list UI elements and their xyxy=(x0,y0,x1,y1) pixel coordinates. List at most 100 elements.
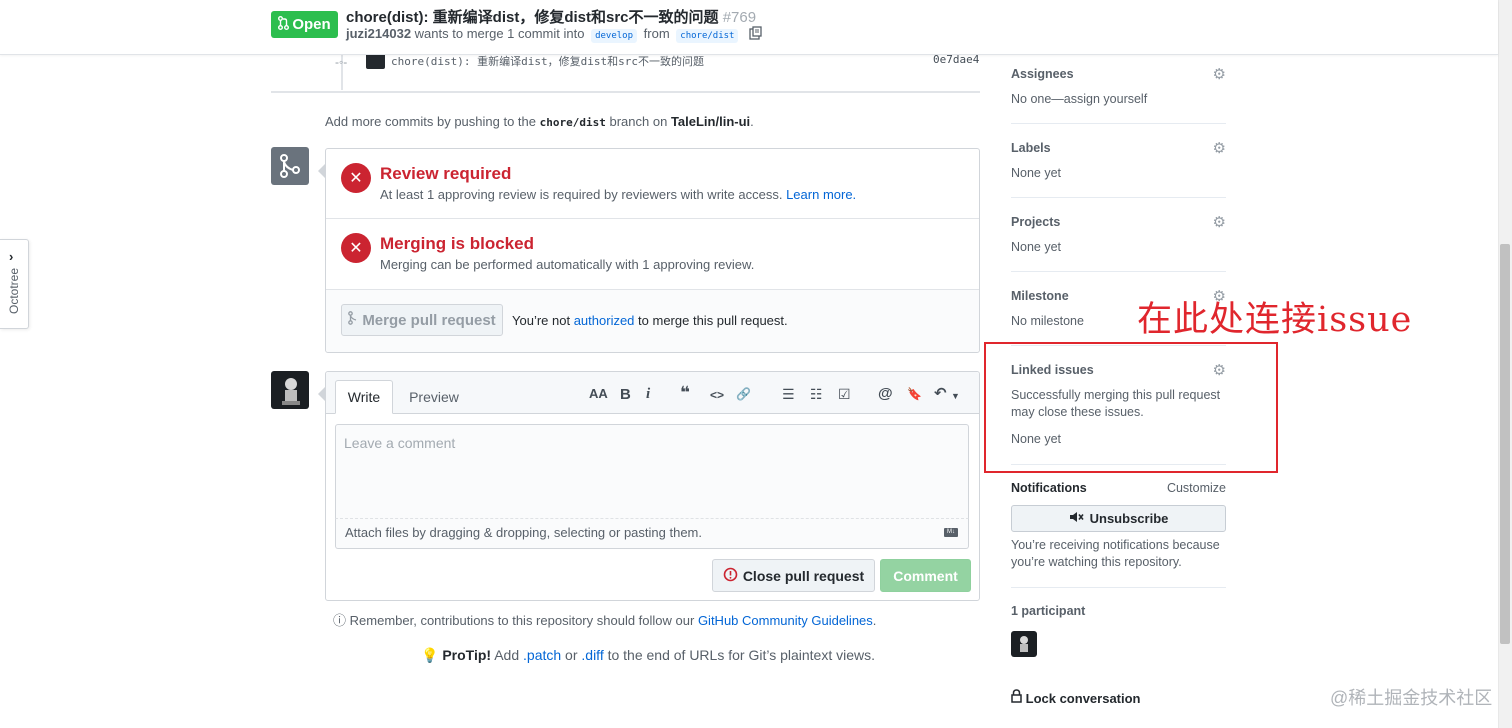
milestone-value: No milestone xyxy=(1011,314,1084,328)
attach-files-bar[interactable]: Attach files by dragging & dropping, sel… xyxy=(335,519,969,549)
participants-heading: 1 participant xyxy=(1011,604,1086,618)
patch-link[interactable]: .patch xyxy=(523,647,561,663)
ordered-list-icon[interactable]: ☷ xyxy=(810,386,823,403)
reference-icon[interactable]: 🔖 xyxy=(907,387,922,401)
gear-icon[interactable]: ⚙ xyxy=(1213,213,1226,231)
guidelines-prefix: Remember, contributions to this reposito… xyxy=(349,613,695,628)
guidelines-suffix: . xyxy=(872,613,877,628)
assignees-value[interactable]: No one—assign yourself xyxy=(1011,92,1147,106)
tab-write[interactable]: Write xyxy=(335,380,393,414)
diff-link[interactable]: .diff xyxy=(581,647,603,663)
protip-text-2: to the end of URLs for Git’s plaintext v… xyxy=(607,647,876,663)
pr-author-link[interactable]: juzi214032 xyxy=(346,26,411,41)
attach-files-text: Attach files by dragging & dropping, sel… xyxy=(345,525,702,540)
merging-blocked-section: ✕ Merging is blocked Merging can be perf… xyxy=(326,218,979,290)
pr-title-text: chore(dist): 重新编译dist，修复dist和src不一致的问题 xyxy=(346,9,719,26)
close-pull-request-button[interactable]: Close pull request xyxy=(712,559,875,592)
unordered-list-icon[interactable]: ☰ xyxy=(782,386,795,403)
link-icon[interactable]: 🔗 xyxy=(736,387,751,401)
push-hint-branch: chore/dist xyxy=(539,116,606,129)
close-pr-label: Close pull request xyxy=(742,567,865,584)
learn-more-link[interactable]: Learn more. xyxy=(786,187,856,202)
pull-request-icon xyxy=(278,15,290,34)
notifications-desc-2: you’re watching this repository. xyxy=(1011,555,1182,569)
protip-text-1: Add xyxy=(494,647,520,663)
close-issue-icon xyxy=(723,567,738,585)
community-guidelines-note: ⓘ Remember, contributions to this reposi… xyxy=(333,610,876,629)
annotation-highlight-box xyxy=(984,342,1278,473)
customize-notifications-link[interactable]: Customize xyxy=(1167,481,1226,495)
x-circle-icon: ✕ xyxy=(341,233,371,263)
octotree-label: Octotree xyxy=(7,267,21,315)
mention-icon[interactable]: @ xyxy=(878,385,893,402)
labels-value: None yet xyxy=(1011,166,1062,180)
quote-icon[interactable]: ❝ xyxy=(680,383,690,403)
head-branch[interactable]: chore/dist xyxy=(676,29,739,43)
octotree-toggle[interactable]: › Octotree xyxy=(0,239,29,329)
sidebar-labels: Labels ⚙ None yet xyxy=(1011,139,1226,198)
merge-pull-request-button[interactable]: Merge pull request xyxy=(341,304,503,336)
commit-divider xyxy=(271,91,980,93)
caret-down-icon[interactable]: ▼ xyxy=(951,391,960,401)
review-required-desc: At least 1 approving review is required … xyxy=(380,187,856,202)
pr-title: chore(dist): 重新编译dist，修复dist和src不一致的问题 #… xyxy=(346,6,756,27)
markdown-icon[interactable]: M↓ xyxy=(944,528,958,537)
tab-preview[interactable]: Preview xyxy=(398,380,470,414)
sidebar-assignees: Assignees ⚙ No one—assign yourself xyxy=(1011,65,1226,124)
unsubscribe-button[interactable]: Unsubscribe xyxy=(1011,505,1226,532)
bold-icon[interactable]: B xyxy=(620,386,631,403)
review-required-section: ✕ Review required At least 1 approving r… xyxy=(326,149,979,219)
lock-conversation-label: Lock conversation xyxy=(1025,691,1141,706)
push-hint-prefix: Add more commits by pushing to the xyxy=(325,114,536,129)
pr-from-text: from xyxy=(643,26,670,41)
comment-submit-button[interactable]: Comment xyxy=(880,559,971,592)
scrollbar-thumb[interactable] xyxy=(1500,244,1510,644)
comment-textarea[interactable]: Leave a comment xyxy=(335,424,969,519)
merge-footer: Merge pull request You’re not authorized… xyxy=(326,290,979,352)
clipboard-icon[interactable] xyxy=(749,26,762,43)
annotation-text: 在此处连接issue xyxy=(1137,300,1413,340)
protip-label: ProTip! xyxy=(442,647,492,663)
reply-icon[interactable]: ↶ xyxy=(934,384,947,402)
review-required-title: Review required xyxy=(380,164,512,183)
current-user-avatar[interactable] xyxy=(271,371,309,409)
merge-button-label: Merge pull request xyxy=(362,311,496,329)
pr-meta-text: wants to merge 1 commit into xyxy=(414,26,585,41)
assignees-heading: Assignees xyxy=(1011,67,1074,81)
push-hint-middle: branch on xyxy=(609,114,668,129)
gear-icon[interactable]: ⚙ xyxy=(1213,65,1226,83)
protip: 💡 ProTip! Add .patch or .diff to the end… xyxy=(421,647,875,664)
projects-heading: Projects xyxy=(1011,215,1061,229)
authorized-link[interactable]: authorized xyxy=(574,313,635,328)
merge-note-suffix: to merge this pull request. xyxy=(638,313,788,328)
participant-avatar[interactable] xyxy=(1011,631,1037,657)
merge-note-prefix: You’re not xyxy=(512,313,571,328)
commit-icon: -◦- xyxy=(335,55,348,69)
base-branch[interactable]: develop xyxy=(591,29,638,43)
community-guidelines-link[interactable]: GitHub Community Guidelines xyxy=(698,613,873,628)
pr-state-label: Open xyxy=(292,16,331,33)
gear-icon[interactable]: ⚙ xyxy=(1213,139,1226,157)
pr-state-badge: Open xyxy=(271,11,338,38)
protip-or: or xyxy=(565,647,578,663)
comment-tab-bar: Write Preview AA B i ❝ <> 🔗 ☰ ☷ ☑ @ 🔖 ↶ … xyxy=(326,372,979,414)
lock-conversation-link[interactable]: Lock conversation xyxy=(1011,689,1141,706)
task-list-icon[interactable]: ☑ xyxy=(838,386,851,403)
italic-icon[interactable]: i xyxy=(646,386,650,403)
projects-value: None yet xyxy=(1011,240,1062,254)
heading-icon[interactable]: AA xyxy=(589,386,608,401)
commit-message[interactable]: chore(dist): 重新编译dist，修复dist和src不一致的问题 xyxy=(391,53,704,69)
push-hint-suffix: . xyxy=(750,114,754,129)
merging-blocked-title: Merging is blocked xyxy=(380,234,534,253)
lock-icon xyxy=(1011,689,1026,706)
pr-meta: juzi214032 wants to merge 1 commit into … xyxy=(346,26,762,43)
review-required-text: At least 1 approving review is required … xyxy=(380,187,783,202)
unsubscribe-label: Unsubscribe xyxy=(1089,511,1169,526)
new-comment-form: Write Preview AA B i ❝ <> 🔗 ☰ ☷ ☑ @ 🔖 ↶ … xyxy=(318,371,980,601)
watermark: @稀土掘金技术社区 xyxy=(1330,688,1493,708)
code-icon[interactable]: <> xyxy=(710,388,724,402)
sidebar-projects: Projects ⚙ None yet xyxy=(1011,213,1226,272)
milestone-heading: Milestone xyxy=(1011,289,1069,303)
notifications-desc-1: You’re receiving notifications because xyxy=(1011,538,1220,552)
mute-icon xyxy=(1069,511,1084,526)
